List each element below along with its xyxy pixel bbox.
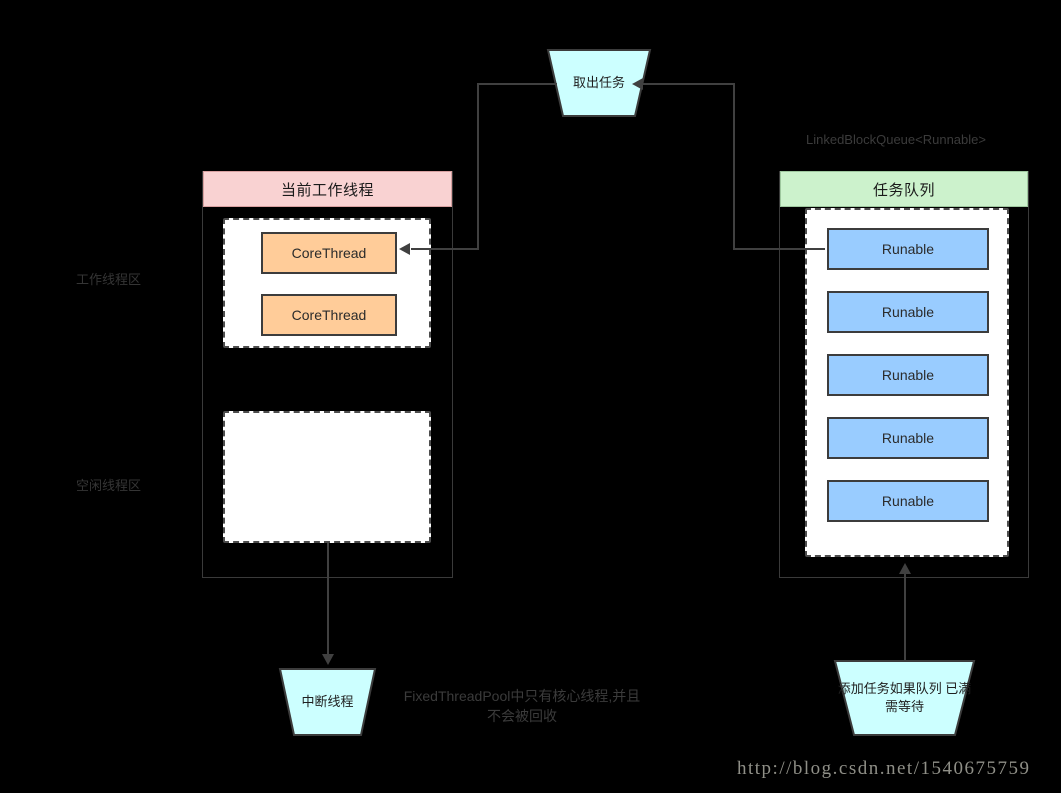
watermark: http://blog.csdn.net/1540675759	[737, 758, 1031, 779]
connector-add-task-to-queue	[904, 572, 906, 660]
arrowhead-to-core-thread	[399, 243, 410, 255]
connector-into-take-task	[637, 83, 733, 85]
interrupt-thread-node[interactable]: 中断线程	[278, 667, 377, 737]
zone-label-working: 工作线程区	[76, 272, 142, 287]
arrowhead-to-interrupt	[322, 654, 334, 665]
core-thread-2[interactable]: CoreThread	[261, 294, 397, 336]
connector-to-core-thread	[411, 248, 478, 250]
queue-task-3[interactable]: Runable	[827, 354, 989, 396]
diagram-canvas: 工作线程区 空闲线程区 当前工作线程 CoreThread CoreThread…	[0, 0, 1061, 793]
connector-idle-to-interrupt	[327, 543, 329, 655]
queue-task-4[interactable]: Runable	[827, 417, 989, 459]
fixed-pool-note: FixedThreadPool中只有核心线程,并且 不会被回收	[403, 688, 641, 725]
interrupt-thread-shape	[278, 668, 377, 736]
queue-task-2[interactable]: Runable	[827, 291, 989, 333]
add-task-shape	[833, 660, 976, 736]
arrowhead-to-queue	[899, 563, 911, 574]
task-queue-header: 任务队列	[780, 171, 1028, 207]
arrowhead-into-take-task	[632, 78, 643, 90]
connector-queue-to-riser	[733, 248, 825, 250]
connector-out-of-take-task	[477, 83, 557, 85]
task-queue-panel: Runable Runable Runable Runable Runable	[805, 208, 1009, 557]
queue-task-1[interactable]: Runable	[827, 228, 989, 270]
zone-label-idle: 空闲线程区	[76, 478, 142, 493]
queue-type-caption: LinkedBlockQueue<Runnable>	[806, 132, 986, 147]
core-thread-1[interactable]: CoreThread	[261, 232, 397, 274]
connector-riser-left	[477, 83, 479, 250]
connector-riser-right	[733, 83, 735, 250]
queue-task-5[interactable]: Runable	[827, 480, 989, 522]
add-task-node[interactable]: 添加任务如果队列 已满需等待	[833, 659, 976, 737]
working-threads-panel: CoreThread CoreThread	[223, 218, 431, 348]
idle-threads-panel	[223, 411, 431, 543]
worker-threads-header: 当前工作线程	[203, 171, 452, 207]
